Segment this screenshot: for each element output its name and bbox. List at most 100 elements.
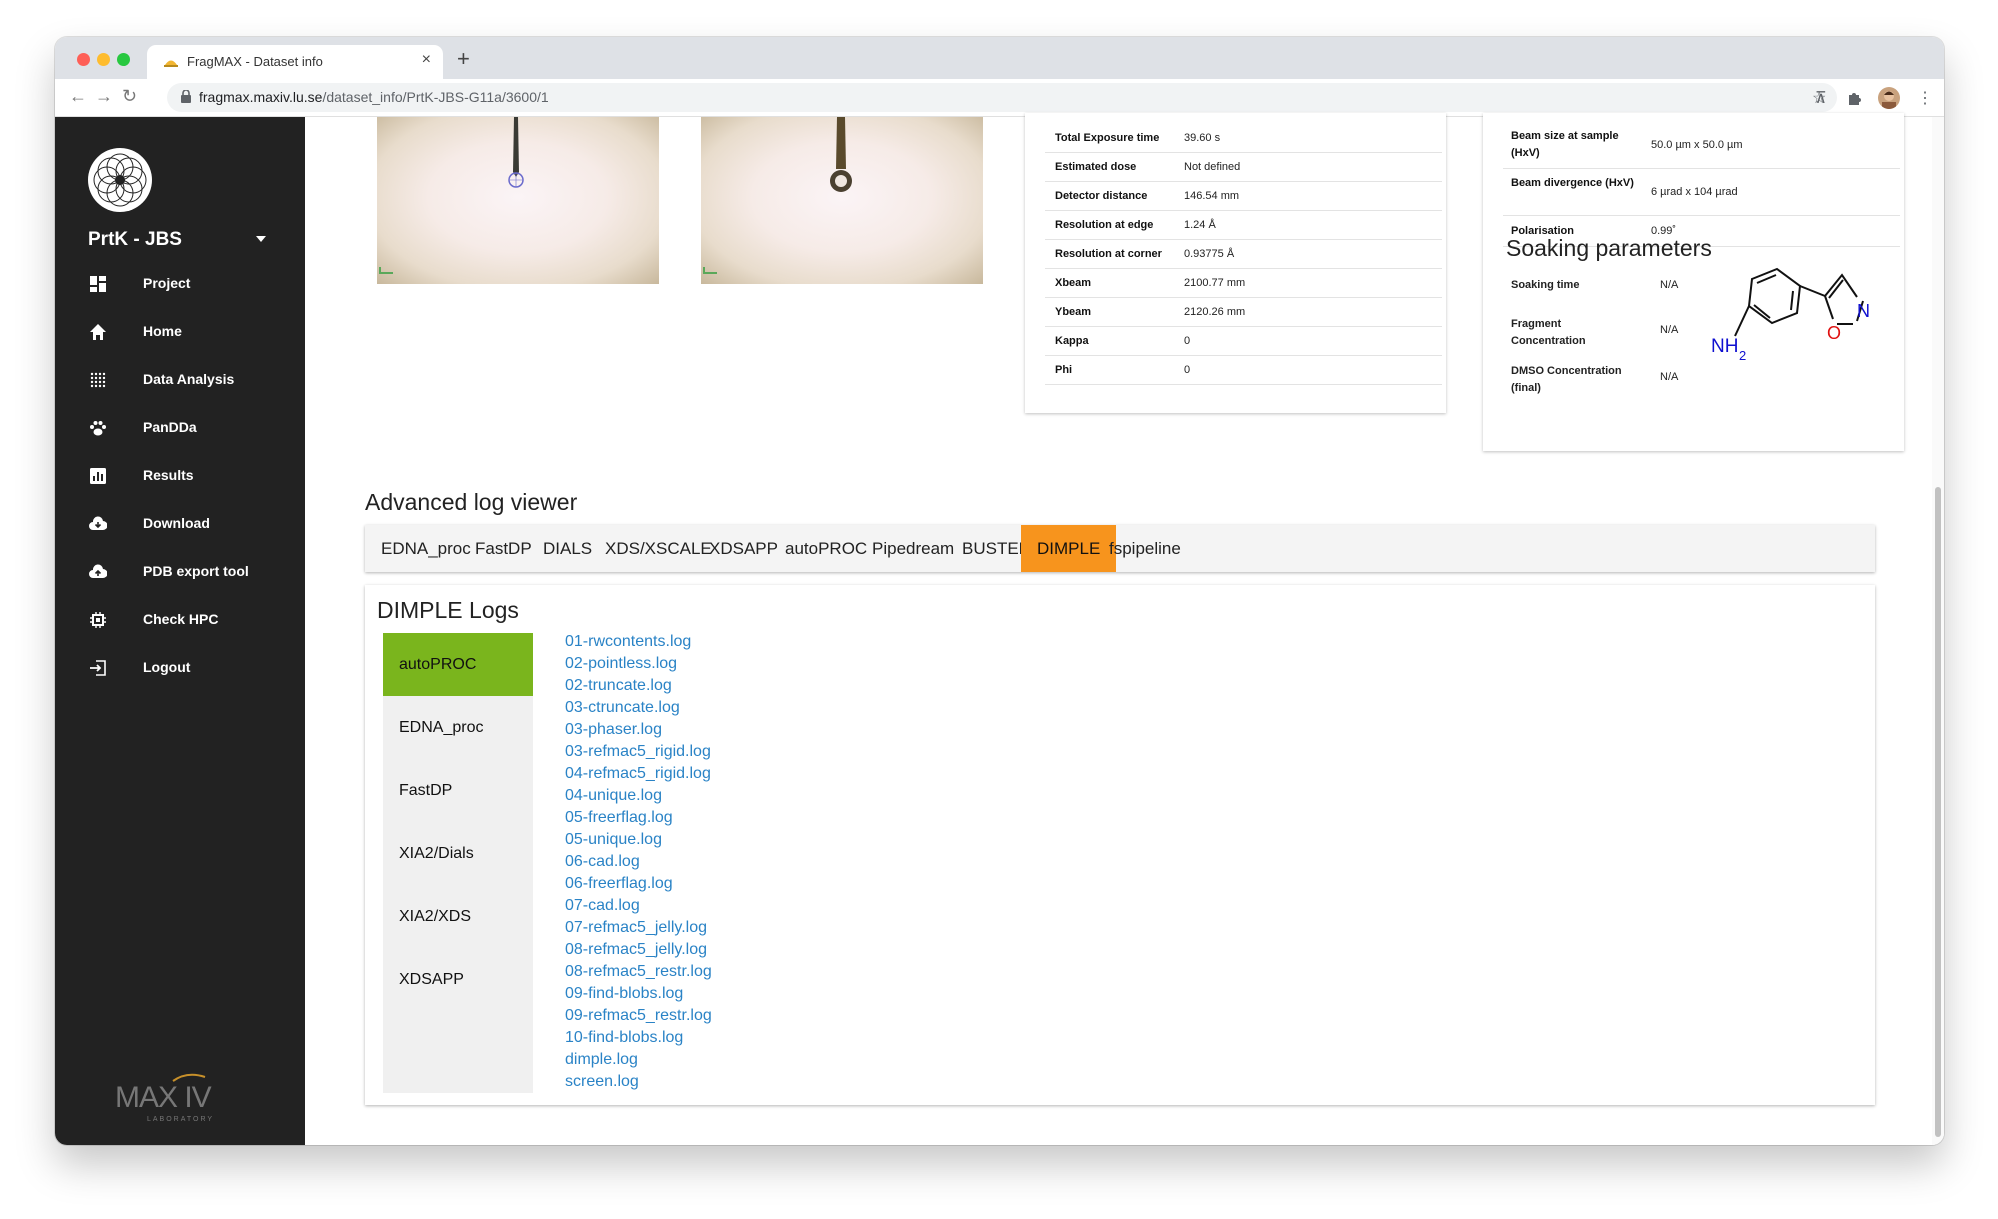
fragmax-favicon-icon <box>164 60 178 67</box>
log-file-link[interactable]: 03-phaser.log <box>565 721 662 739</box>
log-viewer-tabbar: EDNA_proc FastDP DIALS XDS/XSCALE XDSAPP… <box>365 525 1875 572</box>
source-tab-autoproc[interactable]: autoPROC <box>383 633 533 696</box>
nav-results[interactable]: Results <box>55 455 305 495</box>
source-tab-xia2-xds[interactable]: XIA2/XDS <box>383 885 533 948</box>
experiment-param-row: Total Exposure time 39.60 s <box>1045 124 1442 153</box>
chip-icon <box>90 612 106 628</box>
crystal-image-2 <box>703 117 852 274</box>
nav-check-hpc[interactable]: Check HPC <box>55 599 305 639</box>
nav-download-label: Download <box>143 515 210 531</box>
grid-dots-icon <box>90 372 106 388</box>
beam-param-row: Beam divergence (HxV) 6 µrad x 104 µrad <box>1503 170 1900 216</box>
param-value: 1.24 Å <box>1184 219 1216 231</box>
log-file-link[interactable]: 06-freerflag.log <box>565 875 673 893</box>
project-selector[interactable]: PrtK - JBS <box>88 229 182 251</box>
url-text: fragmax.maxiv.lu.se/dataset_info/PrtK-JB… <box>199 89 549 105</box>
param-value: 0 <box>1184 335 1191 347</box>
reload-icon[interactable]: ↻ <box>122 86 137 107</box>
maximize-window-button[interactable] <box>117 53 130 66</box>
log-file-link[interactable]: 04-refmac5_rigid.log <box>565 765 711 783</box>
url-path: /dataset_info/PrtK-JBS-G11a/3600/1 <box>322 89 549 105</box>
browser-tab[interactable]: FragMAX - Dataset info × <box>147 45 443 79</box>
profile-avatar[interactable] <box>1878 87 1900 109</box>
tab-close-icon[interactable]: × <box>422 51 431 69</box>
param-key: Detector distance <box>1055 190 1148 202</box>
soak-key: Fragment Concentration <box>1511 318 1586 347</box>
source-tab-xdsapp[interactable]: XDSAPP <box>383 948 533 1011</box>
scrollbar-thumb[interactable] <box>1935 487 1941 1137</box>
param-value: 2120.26 mm <box>1184 306 1246 318</box>
param-value: 0 <box>1184 364 1191 376</box>
log-file-link[interactable]: 01-rwcontents.log <box>565 633 691 651</box>
page-scrollbar[interactable] <box>1932 117 1944 1145</box>
logs-panel-title: DIMPLE Logs <box>377 597 519 623</box>
nav-project-label: Project <box>143 275 191 291</box>
crystal-image-1 <box>379 117 524 274</box>
log-file-link[interactable]: 09-find-blobs.log <box>565 985 683 1003</box>
minimize-window-button[interactable] <box>97 53 110 66</box>
param-value: 6 µrad x 104 µrad <box>1651 186 1738 198</box>
log-file-link[interactable]: 03-refmac5_rigid.log <box>565 743 711 761</box>
crystal-snapshot-2[interactable] <box>701 117 983 284</box>
caret-down-icon[interactable] <box>256 236 266 242</box>
param-key: Beam size at sample (HxV) <box>1511 130 1619 159</box>
back-icon[interactable]: ← <box>69 86 87 107</box>
experiment-param-row: Kappa 0 <box>1045 327 1442 356</box>
param-value: 39.60 s <box>1184 132 1221 144</box>
nav-project[interactable]: Project <box>55 263 305 303</box>
extension-a-icon[interactable]: ⊼ <box>1815 88 1827 108</box>
nav-results-label: Results <box>143 467 194 483</box>
nav-data-analysis[interactable]: Data Analysis <box>55 359 305 399</box>
nh2-subscript: 2 <box>1739 348 1746 363</box>
new-tab-button[interactable]: + <box>457 46 470 72</box>
close-window-button[interactable] <box>77 53 90 66</box>
extensions-puzzle-icon[interactable] <box>1847 91 1862 106</box>
nav-home-label: Home <box>143 323 182 339</box>
log-file-link[interactable]: 02-pointless.log <box>565 655 677 673</box>
param-key: Beam divergence (HxV) <box>1511 177 1634 189</box>
log-file-link[interactable]: 02-truncate.log <box>565 677 672 695</box>
experiment-param-row: Phi 0 <box>1045 356 1442 385</box>
log-file-link[interactable]: 05-freerflag.log <box>565 809 673 827</box>
param-key: Kappa <box>1055 335 1089 347</box>
avatar-face-icon <box>1882 91 1896 109</box>
param-key: Resolution at edge <box>1055 219 1154 231</box>
source-tab-fastdp[interactable]: FastDP <box>383 759 533 822</box>
dimple-logs-card: DIMPLE Logs autoPROC EDNA_proc FastDP XI… <box>365 585 1875 1105</box>
log-file-link[interactable]: 09-refmac5_restr.log <box>565 1007 712 1025</box>
nav-pandda[interactable]: PanDDa <box>55 407 305 447</box>
param-value: Not defined <box>1184 161 1241 173</box>
soak-value: N/A <box>1660 324 1679 336</box>
log-file-link[interactable]: 03-ctruncate.log <box>565 699 680 717</box>
address-bar[interactable]: fragmax.maxiv.lu.se/dataset_info/PrtK-JB… <box>167 83 1837 112</box>
nitrogen-label: N <box>1857 301 1870 321</box>
log-file-link[interactable]: screen.log <box>565 1073 639 1091</box>
browser-window: FragMAX - Dataset info × + ← → ↻ fragmax… <box>55 37 1944 1145</box>
log-file-link[interactable]: 05-unique.log <box>565 831 662 849</box>
experiment-param-row: Resolution at edge 1.24 Å <box>1045 211 1442 240</box>
nav-logout[interactable]: Logout <box>55 647 305 687</box>
log-file-link[interactable]: 08-refmac5_restr.log <box>565 963 712 981</box>
log-file-link[interactable]: 06-cad.log <box>565 853 640 871</box>
forward-icon[interactable]: → <box>95 86 113 107</box>
cloud-upload-icon <box>89 564 107 578</box>
log-file-link[interactable]: 07-cad.log <box>565 897 640 915</box>
log-file-link[interactable]: 08-refmac5_jelly.log <box>565 941 707 959</box>
tab-title: FragMAX - Dataset info <box>187 54 323 69</box>
tab-fspipeline[interactable]: fspipeline <box>1093 525 1197 572</box>
menu-kebab-icon[interactable]: ⋮ <box>1917 88 1933 108</box>
experiment-param-row: Estimated dose Not defined <box>1045 153 1442 182</box>
log-file-link[interactable]: dimple.log <box>565 1051 638 1069</box>
param-key: Total Exposure time <box>1055 132 1160 144</box>
log-file-link[interactable]: 07-refmac5_jelly.log <box>565 919 707 937</box>
log-file-link[interactable]: 04-unique.log <box>565 787 662 805</box>
experiment-param-row: Xbeam 2100.77 mm <box>1045 269 1442 298</box>
source-tab-edna-proc[interactable]: EDNA_proc <box>383 696 533 759</box>
log-file-link[interactable]: 10-find-blobs.log <box>565 1029 683 1047</box>
nav-home[interactable]: Home <box>55 311 305 351</box>
tab-strip: FragMAX - Dataset info × + <box>55 37 1944 79</box>
crystal-snapshot-1[interactable] <box>377 117 659 284</box>
nav-download[interactable]: Download <box>55 503 305 543</box>
source-tab-xia2-dials[interactable]: XIA2/Dials <box>383 822 533 885</box>
nav-pdb-export[interactable]: PDB export tool <box>55 551 305 591</box>
